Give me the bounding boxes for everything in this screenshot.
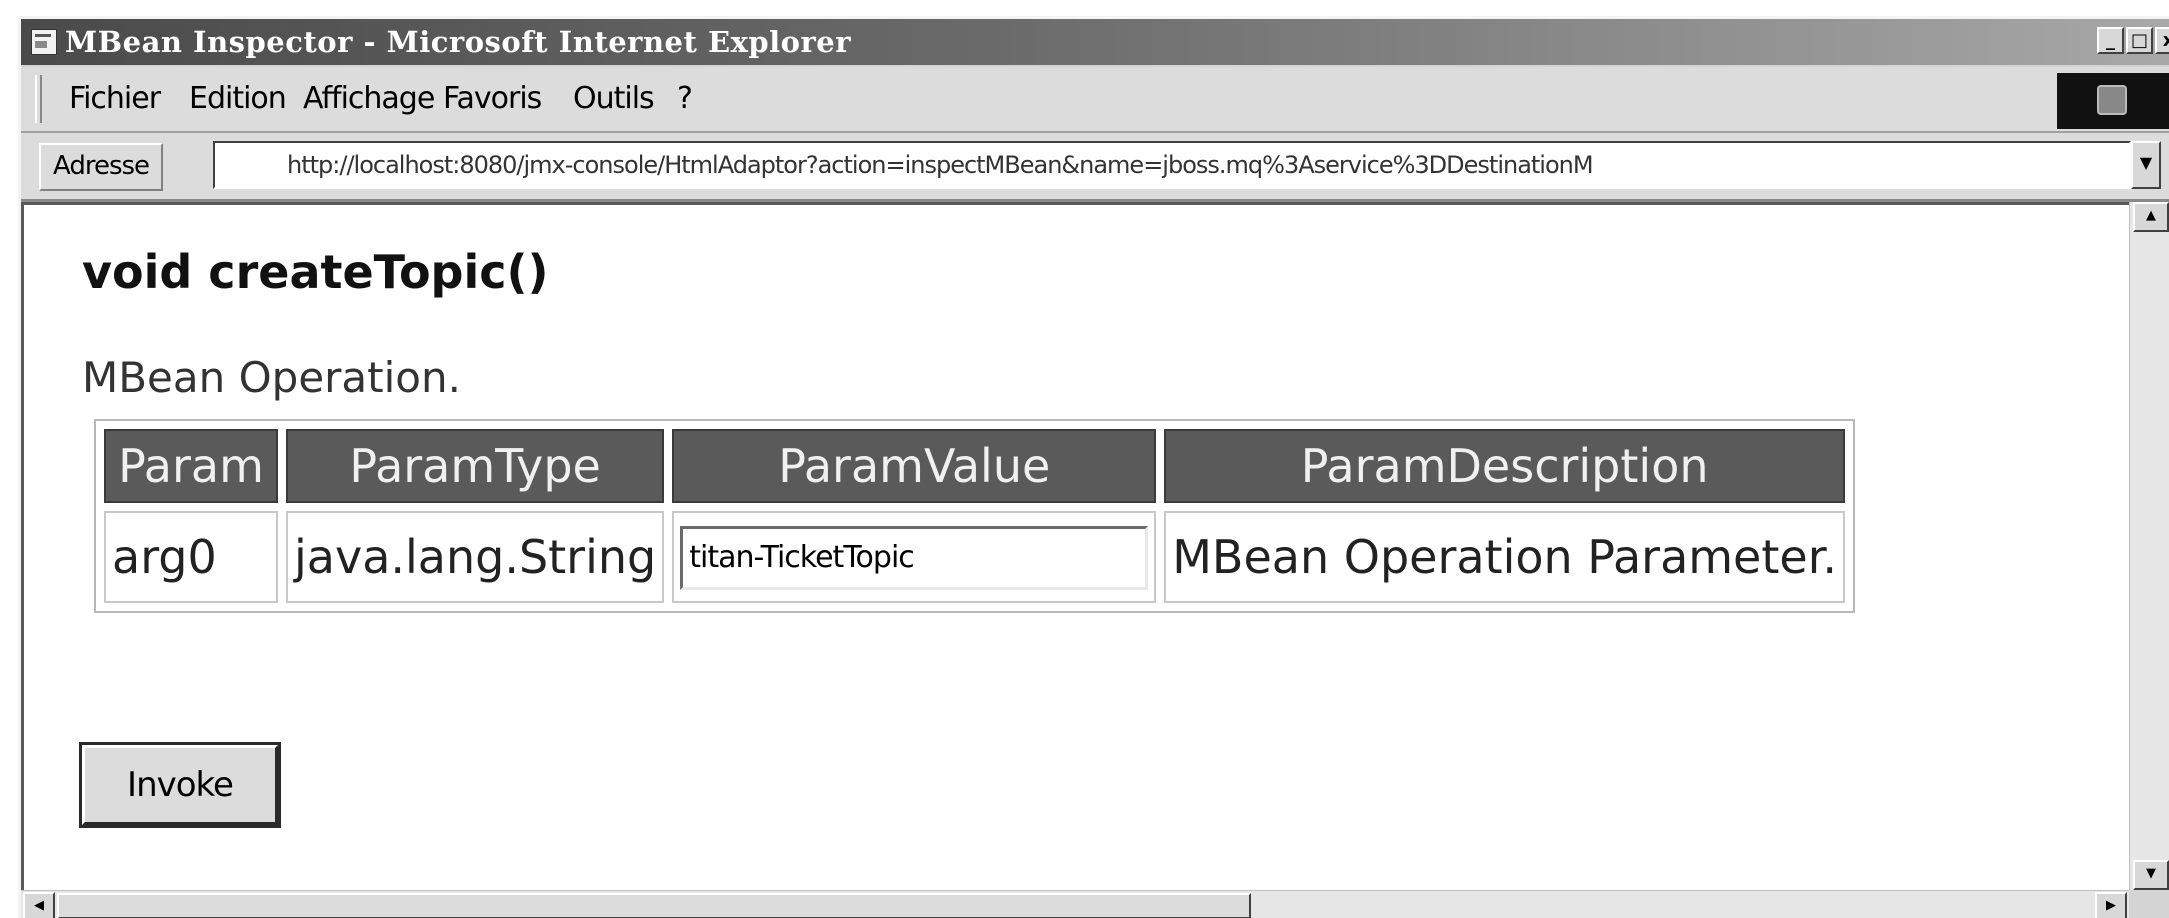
menu-bar: Fichier Edition Affichage Favoris Outils… bbox=[21, 67, 2169, 133]
toolbar-grip[interactable] bbox=[35, 75, 42, 123]
ie-page-icon bbox=[31, 29, 57, 55]
browser-window: MBean Inspector - Microsoft Internet Exp… bbox=[18, 16, 2169, 918]
scroll-down-arrow-icon[interactable]: ▼ bbox=[2133, 860, 2169, 890]
scroll-right-arrow-icon[interactable]: ▶ bbox=[2095, 892, 2127, 918]
cell-param-value bbox=[672, 511, 1157, 603]
table-row: arg0 java.lang.String MBean Operation Pa… bbox=[104, 511, 1846, 603]
address-bar: Adresse http://localhost:8080/jmx-consol… bbox=[21, 133, 2169, 202]
table-header-row: Param ParamType ParamValue ParamDescript… bbox=[104, 429, 1846, 503]
header-param-description: ParamDescription bbox=[1164, 429, 1846, 503]
close-button[interactable]: x bbox=[2155, 27, 2169, 54]
menu-outils[interactable]: Outils bbox=[573, 81, 655, 116]
menu-help[interactable]: ? bbox=[677, 81, 693, 116]
menu-favoris[interactable]: Favoris bbox=[443, 81, 542, 116]
windows-logo-icon bbox=[2057, 73, 2169, 129]
address-input[interactable]: http://localhost:8080/jmx-console/HtmlAd… bbox=[213, 141, 2131, 189]
cell-param-type: java.lang.String bbox=[286, 511, 665, 603]
vertical-scrollbar[interactable]: ▲ ▼ bbox=[2129, 202, 2169, 890]
scroll-left-arrow-icon[interactable]: ◀ bbox=[23, 892, 55, 918]
cell-param-description: MBean Operation Parameter. bbox=[1164, 511, 1846, 603]
header-param: Param bbox=[104, 429, 278, 503]
scrollbar-corner bbox=[2129, 890, 2169, 918]
menu-affichage[interactable]: Affichage bbox=[303, 81, 435, 116]
operation-description: MBean Operation. bbox=[82, 353, 461, 402]
horizontal-scroll-thumb[interactable] bbox=[57, 893, 1251, 918]
minimize-button[interactable]: _ bbox=[2097, 27, 2124, 54]
param-table: Param ParamType ParamValue ParamDescript… bbox=[94, 419, 1856, 613]
title-bar: MBean Inspector - Microsoft Internet Exp… bbox=[21, 19, 2169, 65]
operation-title: void createTopic() bbox=[82, 245, 549, 299]
menu-edition[interactable]: Edition bbox=[189, 81, 287, 116]
param-value-input[interactable] bbox=[680, 525, 1149, 590]
invoke-button[interactable]: Invoke bbox=[82, 745, 278, 825]
address-dropdown-button[interactable]: ▼ bbox=[2131, 141, 2161, 189]
scroll-up-arrow-icon[interactable]: ▲ bbox=[2133, 202, 2169, 232]
maximize-button[interactable]: □ bbox=[2126, 27, 2153, 54]
menu-fichier[interactable]: Fichier bbox=[69, 81, 161, 116]
header-param-type: ParamType bbox=[286, 429, 665, 503]
header-param-value: ParamValue bbox=[672, 429, 1157, 503]
window-title: MBean Inspector - Microsoft Internet Exp… bbox=[65, 25, 852, 59]
horizontal-scrollbar[interactable]: ◀ ▶ bbox=[21, 890, 2129, 918]
address-label: Adresse bbox=[39, 143, 164, 191]
page-content: void createTopic() MBean Operation. Para… bbox=[21, 202, 2129, 890]
cell-param: arg0 bbox=[104, 511, 278, 603]
